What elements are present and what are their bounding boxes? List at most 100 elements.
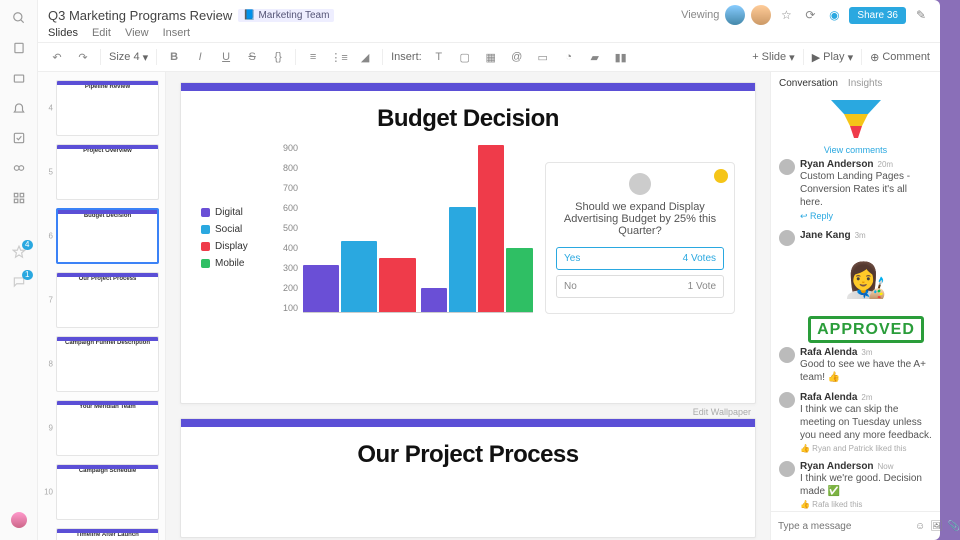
poll-question: Should we expand Display Advertising Bud… (556, 201, 724, 237)
undo-icon[interactable]: ↶ (48, 48, 66, 66)
conversation-panel: Conversation Insights View comments Ryan… (770, 72, 940, 540)
grid-icon[interactable] (11, 190, 27, 206)
code-icon[interactable]: {} (269, 48, 287, 66)
tab-conversation[interactable]: Conversation (779, 78, 838, 89)
play-button[interactable]: ▶ Play ▾ (812, 51, 853, 64)
insert-table-icon[interactable]: ▦ (482, 48, 500, 66)
bar (341, 241, 377, 312)
slide-thumbnails: 4 Pipeline Review 5 Project Overview 6 Bud… (38, 72, 166, 540)
viewer-avatar-2[interactable] (751, 5, 771, 25)
convo-tabs: Conversation Insights (771, 72, 940, 95)
insert-shape-icon[interactable]: ▭ (534, 48, 552, 66)
thumb-number: 4 (43, 104, 53, 113)
thumb-number: 5 (43, 168, 53, 177)
message-composer: ☺ 🖼 📎 SEND (771, 511, 940, 540)
menu-insert[interactable]: Insert (163, 27, 191, 39)
search-icon[interactable] (11, 10, 27, 26)
insert-mention-icon[interactable]: @ (508, 48, 526, 66)
doc-icon[interactable] (11, 40, 27, 56)
thumb-number: 6 (43, 232, 53, 241)
chart-legend: DigitalSocialDisplayMobile (201, 143, 271, 333)
redo-icon[interactable]: ↷ (74, 48, 92, 66)
insert-image-icon[interactable]: ▢ (456, 48, 474, 66)
star-badge: 4 (22, 240, 32, 250)
insert-text-icon[interactable]: T (430, 48, 448, 66)
refresh-icon[interactable]: ⟳ (801, 6, 819, 24)
msg-avatar (779, 230, 795, 246)
poll-pin-icon (714, 169, 728, 183)
edit-wallpaper-link[interactable]: Edit Wallpaper (693, 407, 751, 417)
broadcast-icon[interactable]: ◉ (825, 6, 843, 24)
insert-chart-icon[interactable]: ▮▮ (612, 48, 630, 66)
slide-project-process[interactable]: Our Project Process (180, 418, 756, 538)
link-icon[interactable] (11, 160, 27, 176)
legend-item: Digital (201, 207, 271, 218)
message-list: Ryan Anderson20mCustom Landing Pages - C… (771, 159, 940, 511)
thumb-number: 7 (43, 296, 53, 305)
slide-accent-bar (181, 419, 755, 427)
reply-link[interactable]: ↩ Reply (800, 209, 932, 222)
slide-thumb[interactable]: 9 Your Meridian Team (44, 400, 159, 456)
align-icon[interactable]: ≡ (304, 48, 322, 66)
slide-thumb[interactable]: 4 Pipeline Review (44, 80, 159, 136)
user-avatar[interactable] (11, 512, 27, 528)
star-icon[interactable]: 4 (11, 244, 27, 260)
msg-avatar (779, 347, 795, 363)
slide-thumb[interactable]: 10 Campaign Schedule (44, 464, 159, 520)
bar (379, 258, 415, 312)
message: Ryan Anderson20mCustom Landing Pages - C… (779, 159, 932, 222)
italic-icon[interactable]: I (191, 48, 209, 66)
tab-insights[interactable]: Insights (848, 78, 882, 89)
bell-icon[interactable] (11, 100, 27, 116)
share-button[interactable]: Share 36 (849, 7, 906, 24)
message-input[interactable] (778, 521, 910, 532)
strike-icon[interactable]: S (243, 48, 261, 66)
emoji-icon[interactable]: ☺ (915, 517, 925, 535)
color-icon[interactable]: ◢ (356, 48, 374, 66)
underline-icon[interactable]: U (217, 48, 235, 66)
msg-avatar (779, 159, 795, 175)
menu-view[interactable]: View (125, 27, 149, 39)
slide-thumb[interactable]: 8 Campaign Funnel Description (44, 336, 159, 392)
slide-thumb[interactable]: 11 Timeline After Launch (44, 528, 159, 540)
compose-icon[interactable]: ✎ (912, 6, 930, 24)
doc-tag[interactable]: 📘 Marketing Team (238, 9, 334, 22)
slide-title: Budget Decision (181, 91, 755, 139)
poll-card: Should we expand Display Advertising Bud… (545, 162, 735, 314)
bar-group (303, 143, 415, 312)
chat-icon[interactable]: 1 (11, 274, 27, 290)
poll-avatar (629, 173, 651, 195)
bold-icon[interactable]: B (165, 48, 183, 66)
slide-thumb[interactable]: 6 Budget Decision (44, 208, 159, 264)
slide-accent-bar (181, 83, 755, 91)
list-icon[interactable]: ⋮≡ (330, 48, 348, 66)
viewer-avatar-1[interactable] (725, 5, 745, 25)
menu-edit[interactable]: Edit (92, 27, 111, 39)
size-picker[interactable]: Size 4 ▾ (109, 51, 148, 64)
menu-slides[interactable]: Slides (48, 27, 78, 39)
slide-thumb[interactable]: 5 Project Overview (44, 144, 159, 200)
message: Rafa Alenda2mI think we can skip the mee… (779, 392, 932, 453)
doc-title[interactable]: Q3 Marketing Programs Review (48, 8, 232, 23)
slide-thumb[interactable]: 7 Our Project Process (44, 272, 159, 328)
insert-video-icon[interactable]: ▰ (586, 48, 604, 66)
add-slide-button[interactable]: + Slide ▾ (752, 51, 794, 64)
view-comments-link[interactable]: View comments (771, 145, 940, 159)
clip-icon[interactable]: 📎 (948, 517, 960, 535)
check-icon[interactable] (11, 130, 27, 146)
folder-icon[interactable] (11, 70, 27, 86)
msg-avatar (779, 392, 795, 408)
budget-chart: 900800700600500400300200100 (283, 143, 533, 333)
slide-budget-decision[interactable]: Budget Decision DigitalSocialDisplayMobi… (180, 82, 756, 404)
legend-item: Social (201, 224, 271, 235)
bar (449, 207, 476, 312)
star-button[interactable]: ☆ (777, 6, 795, 24)
insert-clock-icon[interactable]: ◔ (560, 48, 578, 66)
comment-button[interactable]: ⊕ Comment (870, 51, 930, 64)
thumb-number: 8 (43, 360, 53, 369)
attach-icon[interactable]: 🖼 (930, 517, 943, 535)
bar (506, 248, 533, 312)
approved-sticker: 👩‍🎨 (800, 241, 932, 321)
poll-option[interactable]: Yes4 Votes (556, 247, 724, 270)
poll-option[interactable]: No1 Vote (556, 275, 724, 298)
